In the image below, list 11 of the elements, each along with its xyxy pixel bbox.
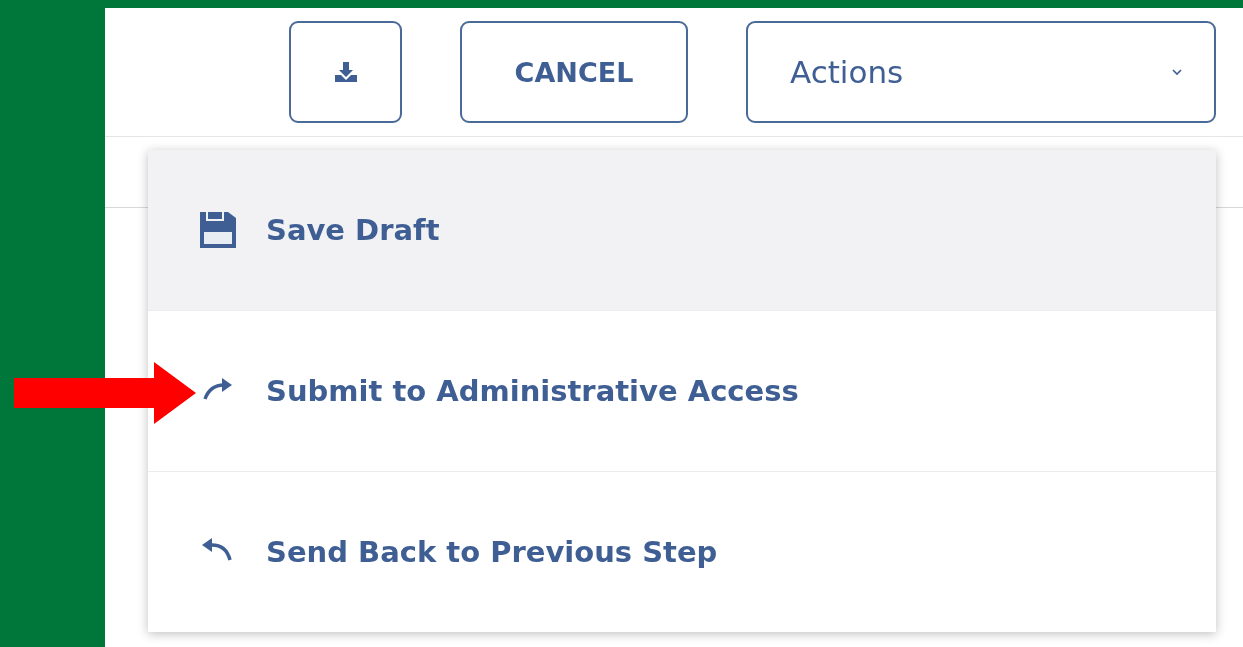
- download-button[interactable]: [289, 21, 402, 123]
- download-icon: [332, 59, 359, 85]
- menu-item-label: Send Back to Previous Step: [266, 535, 718, 569]
- menu-item[interactable]: Send Back to Previous Step: [148, 472, 1216, 632]
- caret-icon: [1170, 67, 1184, 77]
- pointer-arrow-icon: [14, 362, 196, 424]
- menu-item[interactable]: Save Draft: [148, 150, 1216, 311]
- cancel-button[interactable]: CANCEL: [460, 21, 688, 123]
- menu-item-label: Submit to Administrative Access: [266, 374, 799, 408]
- actions-dropdown[interactable]: Actions: [746, 21, 1216, 123]
- menu-item-label: Save Draft: [266, 213, 440, 247]
